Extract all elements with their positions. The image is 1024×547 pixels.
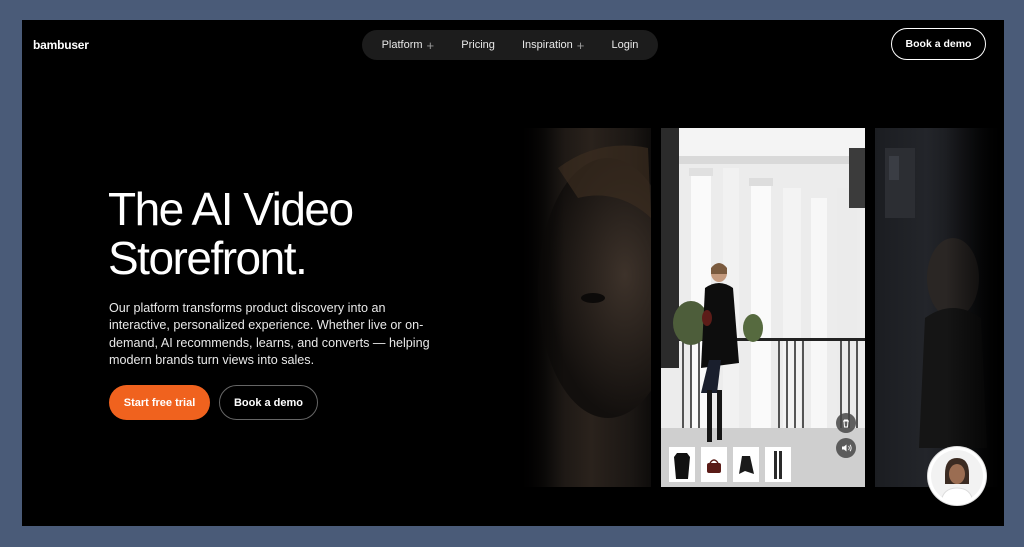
nav-item-platform[interactable]: Platform + — [382, 39, 435, 52]
hero-title-line2: Storefront. — [108, 232, 308, 284]
featured-video-card[interactable] — [661, 128, 865, 487]
product-handbag-thumbnail[interactable] — [700, 446, 728, 483]
nav-item-inspiration[interactable]: Inspiration + — [522, 39, 584, 52]
carousel-video-right[interactable] — [875, 128, 1004, 487]
product-skirt-thumbnail[interactable] — [732, 446, 760, 483]
volume-icon[interactable] — [836, 438, 856, 458]
hero-title-line1: The AI Video — [108, 183, 354, 235]
nav-item-login[interactable]: Login — [611, 39, 638, 51]
chat-avatar-button[interactable] — [928, 447, 986, 505]
nav-item-label: Pricing — [461, 39, 495, 51]
tights-icon — [774, 451, 782, 479]
book-demo-header-button[interactable]: Book a demo — [891, 28, 986, 60]
top-icon — [674, 453, 690, 479]
nav-item-label: Platform — [381, 39, 423, 51]
product-top-thumbnail[interactable] — [668, 446, 696, 483]
bambuser-logo[interactable]: bambuser — [33, 38, 89, 52]
skirt-icon — [739, 456, 754, 474]
avatar — [931, 450, 983, 502]
start-free-trial-button[interactable]: Start free trial — [109, 385, 210, 420]
page-frame: bambuser Platform + Pricing Inspiration … — [22, 20, 1004, 526]
handbag-icon — [707, 459, 721, 473]
nav-item-pricing[interactable]: Pricing — [461, 39, 495, 51]
plus-icon: + — [576, 37, 585, 53]
nav-item-label: Inspiration — [522, 39, 573, 51]
portrait-image — [518, 128, 651, 487]
trash-icon[interactable] — [836, 413, 856, 433]
video-scene-image — [661, 128, 865, 487]
nav-item-label: Login — [611, 39, 639, 51]
hero-description: Our platform transforms product discover… — [109, 301, 430, 368]
carousel-video-left[interactable] — [518, 128, 651, 487]
main-nav: Platform + Pricing Inspiration + Login — [362, 30, 658, 60]
product-thumbnails — [668, 446, 792, 483]
book-demo-button[interactable]: Book a demo — [219, 385, 318, 420]
street-scene-image — [875, 128, 1004, 487]
plus-icon: + — [426, 37, 435, 53]
hero-title: The AI Video Storefront. — [108, 183, 354, 284]
product-tights-thumbnail[interactable] — [764, 446, 792, 483]
